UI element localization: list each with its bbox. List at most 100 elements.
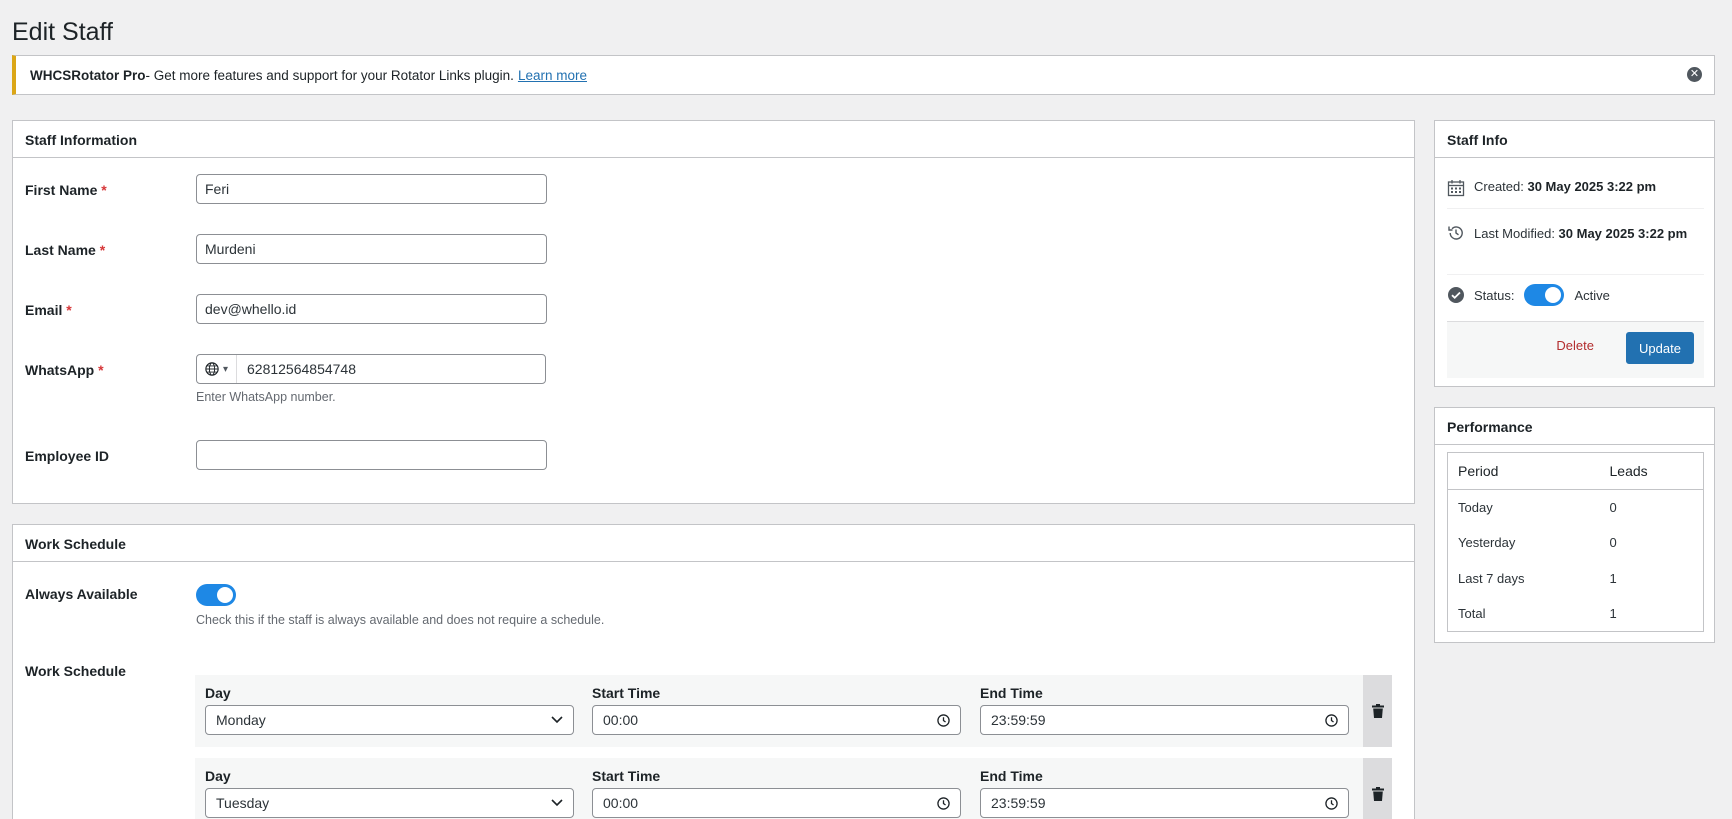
- learn-more-link[interactable]: Learn more: [518, 68, 587, 83]
- modified-text: Last Modified: 30 May 2025 3:22 pm: [1474, 226, 1688, 241]
- status-value: Active: [1574, 287, 1610, 303]
- day-select[interactable]: Monday: [205, 705, 574, 735]
- staff-information-title: Staff Information: [13, 121, 1414, 158]
- day-label: Day: [205, 685, 231, 701]
- first-name-row: First Name *: [25, 174, 547, 204]
- last-name-label: Last Name *: [25, 242, 106, 258]
- work-schedule-box: Work Schedule Always Available Check thi…: [12, 524, 1415, 819]
- dismiss-notice-icon[interactable]: ✕: [1687, 67, 1702, 82]
- email-label: Email *: [25, 302, 72, 318]
- whatsapp-row: WhatsApp * ▾ Enter WhatsApp number.: [25, 354, 546, 404]
- always-available-label: Always Available: [25, 586, 138, 602]
- period-cell: Yesterday: [1458, 535, 1516, 551]
- end-column: End Time 23:59:59: [980, 768, 1349, 818]
- day-label: Day: [205, 768, 231, 784]
- modified-row: Last Modified: 30 May 2025 3:22 pm: [1447, 222, 1704, 245]
- day-column: Day Monday: [205, 685, 574, 735]
- leads-header: Leads: [1599, 452, 1704, 490]
- country-selector[interactable]: ▾: [197, 355, 237, 383]
- chevron-down-icon: [551, 799, 563, 807]
- whatsapp-help: Enter WhatsApp number.: [196, 390, 336, 404]
- performance-title: Performance: [1435, 408, 1714, 445]
- start-time-input[interactable]: 00:00: [592, 788, 961, 818]
- caret-down-icon: ▾: [222, 363, 229, 375]
- staff-actions: Delete Update: [1447, 321, 1704, 378]
- start-column: Start Time 00:00: [592, 685, 961, 735]
- end-time-label: End Time: [980, 685, 1043, 701]
- employee-id-row: Employee ID: [25, 440, 547, 470]
- employee-id-label: Employee ID: [25, 448, 110, 464]
- update-button[interactable]: Update: [1626, 332, 1694, 364]
- clock-icon: [1325, 796, 1338, 810]
- created-text: Created: 30 May 2025 3:22 pm: [1474, 179, 1657, 194]
- start-time-label: Start Time: [592, 768, 661, 784]
- table-row: Yesterday 0: [1448, 525, 1704, 561]
- period-cell: Today: [1458, 500, 1493, 515]
- start-time-label: Start Time: [592, 685, 661, 701]
- table-header-row: Period Leads: [1447, 452, 1704, 490]
- delete-row-button[interactable]: [1363, 758, 1392, 819]
- first-name-input[interactable]: [196, 174, 547, 204]
- leads-cell: 1: [1609, 606, 1617, 621]
- schedule-row: Day Monday Start Time 00:00 End Time 23:…: [195, 675, 1392, 747]
- clock-icon: [937, 713, 950, 727]
- day-select[interactable]: Tuesday: [205, 788, 574, 818]
- trash-icon: [1371, 704, 1384, 718]
- email-input[interactable]: [196, 294, 547, 324]
- staff-info-box: Staff Info Created: 30 May 2025 3:22 pm …: [1434, 120, 1715, 387]
- history-icon: [1448, 226, 1463, 240]
- whatsapp-label: WhatsApp *: [25, 362, 104, 378]
- notice-brand: WHCSRotator Pro: [30, 67, 146, 83]
- table-row: Total 1: [1448, 596, 1704, 632]
- end-time-input[interactable]: 23:59:59: [980, 705, 1349, 735]
- end-time-label: End Time: [980, 768, 1043, 784]
- created-row: Created: 30 May 2025 3:22 pm: [1447, 179, 1704, 197]
- performance-box: Performance Period Leads Today 0 Yesterda…: [1434, 407, 1715, 643]
- always-available-toggle[interactable]: [196, 584, 236, 606]
- delete-link[interactable]: Delete: [1556, 338, 1594, 353]
- performance-table: Period Leads Today 0 Yesterday 0 Last 7 da…: [1447, 452, 1704, 632]
- always-available-help: Check this if the staff is always availa…: [196, 613, 605, 627]
- status-toggle[interactable]: [1524, 284, 1565, 306]
- always-available-row: Always Available Check this if the staff…: [25, 584, 604, 627]
- period-cell: Total: [1458, 606, 1486, 621]
- promo-notice: WHCSRotator Pro - Get more features and …: [12, 55, 1715, 95]
- start-column: Start Time 00:00: [592, 768, 961, 818]
- trash-icon: [1371, 787, 1384, 801]
- staff-information-box: Staff Information First Name * Last Name…: [12, 120, 1415, 504]
- page-title: Edit Staff: [12, 18, 113, 46]
- clock-icon: [937, 796, 950, 810]
- work-schedule-title: Work Schedule: [13, 525, 1414, 562]
- last-name-row: Last Name *: [25, 234, 547, 264]
- check-circle-icon: [1448, 287, 1464, 303]
- whatsapp-input[interactable]: [237, 355, 545, 383]
- divider: [1447, 274, 1704, 275]
- period-cell: Last 7 days: [1458, 570, 1525, 586]
- day-column: Day Tuesday: [205, 768, 574, 818]
- delete-row-button[interactable]: [1363, 675, 1392, 747]
- calendar-icon: [1447, 180, 1465, 197]
- clock-icon: [1325, 713, 1338, 727]
- period-header: Period: [1447, 452, 1600, 490]
- end-column: End Time 23:59:59: [980, 685, 1349, 735]
- start-time-input[interactable]: 00:00: [592, 705, 961, 735]
- last-name-input[interactable]: [196, 234, 547, 264]
- schedule-row: Day Tuesday Start Time 00:00 End Time 23…: [195, 758, 1392, 819]
- table-row: Last 7 days 1: [1448, 561, 1704, 597]
- globe-icon: [205, 362, 219, 376]
- email-row: Email *: [25, 294, 547, 324]
- leads-cell: 0: [1609, 535, 1617, 551]
- divider: [1447, 208, 1704, 209]
- table-row: Today 0: [1448, 490, 1704, 526]
- notice-text: - Get more features and support for your…: [145, 67, 514, 83]
- work-schedule-label: Work Schedule: [25, 663, 126, 679]
- status-label: Status:: [1474, 287, 1515, 303]
- staff-info-title: Staff Info: [1435, 121, 1714, 158]
- whatsapp-field: ▾: [196, 354, 546, 384]
- first-name-label: First Name *: [25, 182, 107, 198]
- leads-cell: 1: [1609, 570, 1617, 586]
- schedule-label-row: Work Schedule: [25, 663, 196, 679]
- employee-id-input[interactable]: [196, 440, 547, 470]
- status-row: Status: Active: [1447, 284, 1704, 306]
- end-time-input[interactable]: 23:59:59: [980, 788, 1349, 818]
